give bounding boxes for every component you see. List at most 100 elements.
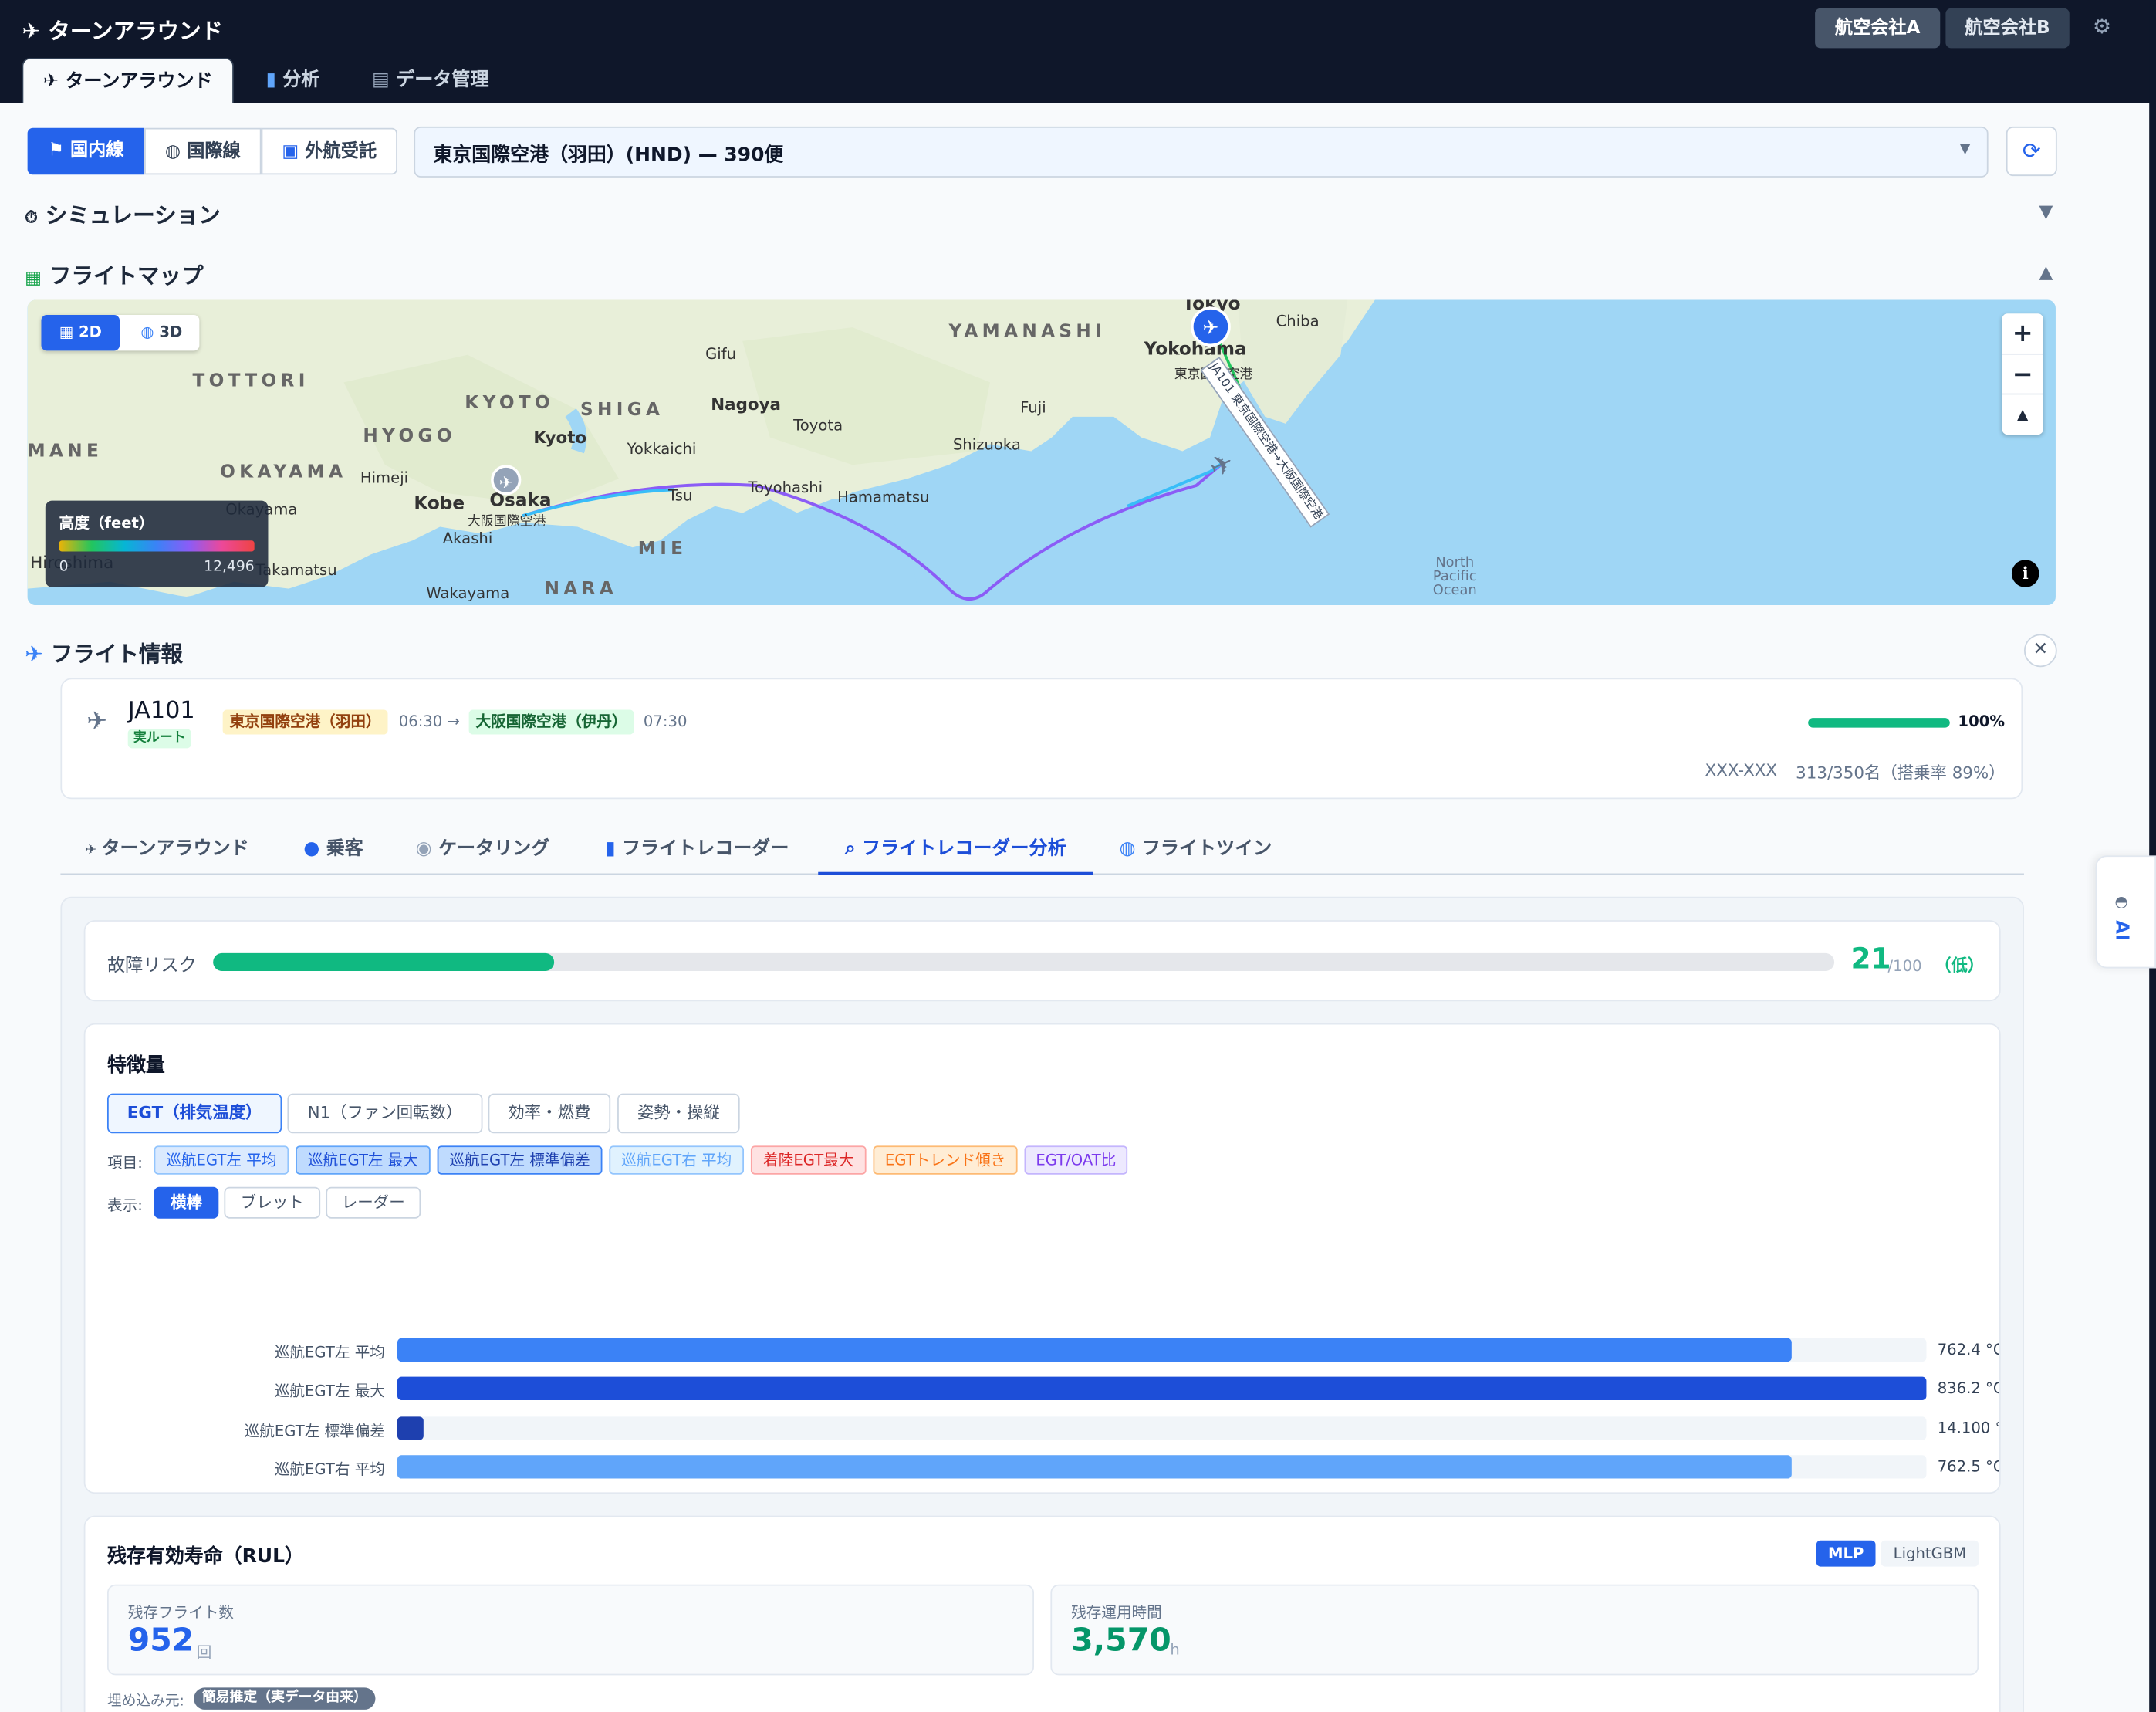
compass-button[interactable]: ▲ [2002, 393, 2043, 435]
simulation-header[interactable]: ⏱ シミュレーション [25, 197, 221, 230]
airline-a-button[interactable]: 航空会社A [1815, 8, 1941, 49]
map-3d-button[interactable]: ◍ 3D [123, 315, 199, 350]
flight-progress-label: 100% [1958, 712, 2005, 731]
chevron-down-icon[interactable]: ▼ [2039, 202, 2053, 223]
view-bullet-button[interactable]: ブレット [224, 1186, 321, 1219]
close-button[interactable]: ✕ [2023, 634, 2057, 668]
bar-label: 巡航EGT右 平均 [274, 1460, 385, 1479]
plane-icon: ✈ [85, 843, 102, 858]
plate-icon: ◉ [415, 837, 438, 860]
flight-info-title: フライト情報 [50, 641, 183, 668]
flight-card[interactable]: ✈ JA101 実ルート 東京国際空港（羽田） 06:30 → 大阪国際空港（伊… [60, 678, 2023, 800]
chip-egt-left-max[interactable]: 巡航EGT左 最大 [296, 1145, 431, 1175]
stopwatch-icon: ⏱ [25, 208, 38, 228]
compass-icon: ▲ [2016, 405, 2029, 424]
bar-track [397, 1377, 1927, 1401]
remaining-flights-box: 残存フライト数 952 回 [106, 1584, 1034, 1676]
risk-track [213, 952, 1835, 972]
tab-analysis-label: 分析 [282, 69, 320, 91]
map-3d-label: 3D [159, 323, 183, 341]
region-label: MIE [637, 539, 688, 560]
subtab-catering[interactable]: ◉ ケータリング [406, 823, 560, 875]
filter-foreign-button[interactable]: ▣ 外航受託 [261, 127, 397, 175]
airport-select[interactable]: 東京国際空港（羽田）(HND) — 390便 ▼ [414, 126, 1989, 178]
ai-assistant-button[interactable]: ◓ AI [2095, 855, 2156, 969]
chevron-up-icon[interactable]: ▲ [2039, 262, 2053, 283]
bar-fill[interactable] [397, 1416, 424, 1440]
chevron-down-icon: ▼ [1959, 141, 1971, 157]
tab-analysis[interactable]: ▮ 分析 [248, 58, 339, 103]
cabinet-icon: ▤ [372, 69, 397, 91]
subtab-label: フライトレコーダー [621, 837, 789, 860]
legend-min: 0 [59, 558, 69, 575]
flight-map[interactable]: TOTTORI KYOTO SHIGA YAMANASHI HYOGO OKAY… [27, 299, 2056, 606]
region-label: YAMANASHI [948, 321, 1107, 343]
subtab-flight-twin[interactable]: ◍ フライトツイン [1110, 823, 1282, 875]
airline-b-button[interactable]: 航空会社B [1945, 8, 2070, 49]
rul-title: 残存有効寿命（RUL） [106, 1545, 304, 1568]
filter-international-button[interactable]: ◍ 国際線 [144, 127, 262, 175]
destination-airport-marker[interactable]: ✈ [491, 465, 522, 496]
chip-egt-trend[interactable]: EGTトレンド傾き [873, 1145, 1018, 1175]
bar-value: 762.4 °C [1937, 1341, 2001, 1359]
chip-egt-right-avg[interactable]: 巡航EGT右 平均 [609, 1145, 745, 1175]
model-mlp-button[interactable]: MLP [1816, 1540, 1876, 1567]
feature-tab-efficiency[interactable]: 効率・燃費 [488, 1093, 611, 1134]
tab-turnaround-label: ターンアラウンド [65, 69, 213, 93]
bar-fill[interactable] [397, 1455, 1793, 1479]
model-lightgbm-button[interactable]: LightGBM [1881, 1540, 1979, 1567]
flight-map-header[interactable]: ▦ フライトマップ [25, 257, 203, 290]
feature-tab-n1[interactable]: N1（ファン回転数） [287, 1093, 483, 1134]
main-content: ⚑ 国内線 ◍ 国際線 ▣ 外航受託 東京国際空港（羽田）(HND) — 390… [0, 103, 2150, 1712]
view-label: 表示: [106, 1196, 143, 1215]
remaining-flights-label: 残存フライト数 [127, 1603, 234, 1622]
city-label: Toyota [793, 416, 843, 435]
subtab-recorder-analysis[interactable]: ⌕ フライトレコーダー分析 [818, 823, 1093, 875]
chip-landing-egt-max[interactable]: 着陸EGT最大 [750, 1145, 867, 1175]
bar-fill[interactable] [397, 1377, 1927, 1401]
subtab-flight-recorder[interactable]: ▮ フライトレコーダー [594, 823, 800, 875]
info-icon[interactable]: i [2011, 560, 2039, 587]
city-label: Himeji [360, 469, 409, 487]
bar-value: 836.2 °C [1937, 1379, 2001, 1398]
subtab-turnaround[interactable]: ✈ ターンアラウンド [76, 823, 259, 875]
region-label: SHIGA [580, 400, 664, 421]
refresh-button[interactable]: ⟳ [2006, 126, 2057, 177]
chip-egt-oat[interactable]: EGT/OAT比 [1024, 1145, 1128, 1175]
tab-data-management[interactable]: ▤ データ管理 [360, 58, 501, 103]
risk-label: 故障リスク [106, 956, 197, 977]
map-2d-button[interactable]: ▦ 2D [41, 315, 120, 351]
legend-title: 高度（feet） [59, 514, 154, 533]
rul-card: 残存有効寿命（RUL） MLP LightGBM 残存フライト数 952 回 残… [83, 1515, 2001, 1712]
origin-airport-marker[interactable]: ✈ [1191, 306, 1231, 347]
ocean-label: North Pacific Ocean [1432, 555, 1477, 599]
bar-value: 14.100 °C [1937, 1419, 1999, 1437]
view-bar-button[interactable]: 横棒 [154, 1186, 219, 1219]
plane-icon: ✈ [86, 706, 108, 736]
features-title: 特徴量 [106, 1054, 165, 1078]
subtab-passengers[interactable]: ● 乗客 [289, 823, 378, 875]
tab-turnaround[interactable]: ✈ ターンアラウンド [22, 57, 234, 103]
zoom-in-button[interactable]: + [2002, 313, 2043, 354]
embed-badge: 簡易推定（実データ由来） [194, 1687, 376, 1710]
feature-tab-egt[interactable]: EGT（排気温度） [106, 1093, 282, 1134]
bar-fill[interactable] [397, 1338, 1793, 1362]
chip-egt-left-std[interactable]: 巡航EGT左 標準偏差 [437, 1145, 603, 1175]
filter-international-label: 国際線 [187, 141, 241, 163]
remaining-hours-unit: h [1170, 1640, 1180, 1659]
city-label: Shizuoka [952, 435, 1021, 455]
bar-value: 762.5 °C [1937, 1457, 2001, 1476]
view-radar-button[interactable]: レーダー [326, 1186, 421, 1219]
gear-icon[interactable]: ⚙ [2093, 14, 2111, 39]
map-mode-toggle: ▦ 2D ◍ 3D [41, 315, 200, 351]
simulation-title: シミュレーション [45, 201, 221, 228]
map-icon: ▦ [25, 268, 42, 289]
chip-egt-left-avg[interactable]: 巡航EGT左 平均 [154, 1145, 289, 1175]
zoom-out-button[interactable]: − [2002, 353, 2043, 394]
refresh-icon: ⟳ [2022, 137, 2041, 164]
risk-card: 故障リスク 21 /100 （低） [83, 920, 2001, 1002]
items-label: 項目: [106, 1154, 143, 1172]
filter-domestic-button[interactable]: ⚑ 国内線 [27, 127, 145, 175]
feature-tab-attitude[interactable]: 姿勢・操縦 [617, 1093, 740, 1134]
flight-progress-fill [1808, 718, 1950, 728]
